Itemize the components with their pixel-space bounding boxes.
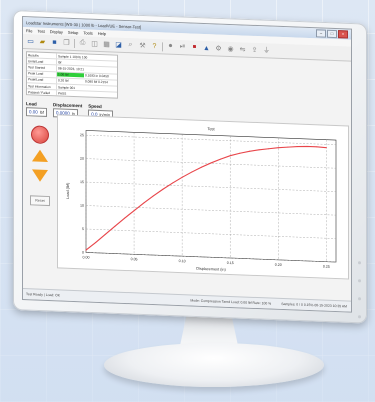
run-icon[interactable]: ▲ [202,43,211,52]
row-extra: 0.090 lbf 0.2154 [85,79,108,85]
x-axis-label: Displacement (in) [196,267,226,272]
menu-tools[interactable]: Tools [83,30,92,35]
grid-line-y [86,228,336,239]
grid-line-y [86,205,336,216]
row-key: Passed / Failed [27,89,57,96]
row-extra: 0.1093 in 0.0450 [85,73,109,79]
status-left: Test Ready | Load: OK [26,292,61,298]
row-value: PASS [58,91,67,96]
status-samples: Samples: 0 / 0 0.15% 08-15-2023 10:35 AM [281,301,347,309]
minimize-button[interactable]: – [316,29,326,38]
x-tick-label: 0.25 [323,265,330,269]
load-value: 0.00 [29,109,38,115]
test-controls: Reset [29,125,51,207]
menu-test[interactable]: Test [37,29,44,34]
jog-down-button[interactable] [32,169,48,182]
speed-label: Speed [88,103,102,110]
y-axis-label: Load (lbf) [66,182,70,199]
reset-button[interactable]: Reset [30,195,50,207]
x-tick-label: 0.20 [275,263,282,267]
toolbar-divider [74,38,75,48]
grid-line-y [86,134,336,145]
load-value-box: 0.00 lbf [26,107,47,117]
menu-display[interactable]: Display [50,29,63,35]
sensor-icon[interactable]: ◉ [226,44,235,53]
toolbar-divider [162,41,163,51]
app-window: Loadstar Instruments [WS-30 | 1000 lb - … [22,16,352,313]
results-table: Results Sample 1 100 lb 100 Units/Load l… [26,51,118,100]
menu-setup[interactable]: Setup [68,30,78,35]
copy-icon[interactable]: ❐ [62,38,71,47]
y-tick-label: 25 [80,133,84,137]
row-value-highlight: 1.00 lbf [57,72,84,78]
preview-icon[interactable]: ◫ [90,39,99,48]
monitor-led [358,279,361,283]
y-tick-label: 15 [80,180,84,184]
x-tick-label: 0.00 [83,255,90,259]
print-icon[interactable]: ⎙ [78,39,87,48]
settings-icon[interactable]: ⚙ [214,44,223,53]
new-file-icon[interactable]: ▭ [26,37,35,46]
filter-icon[interactable]: ⏚ [262,46,271,55]
chart-svg: Test 0.00 0.05 0.10 0.15 0.20 0.25 0 5 10 15 20 25 Di… [66,126,337,272]
table-icon[interactable]: ▦ [102,40,111,49]
monitor-stand-base [104,343,324,387]
record-icon[interactable]: ⏺ [166,42,175,51]
monitor-led [358,261,361,265]
close-button[interactable]: × [338,30,348,39]
plot-frame [85,130,337,263]
y-tick-label: 5 [82,227,84,231]
open-folder-icon[interactable]: ▰ [38,37,47,46]
maximize-button[interactable]: □ [327,29,337,39]
export-icon[interactable]: ⇪ [250,45,259,54]
chart-title: Test [207,126,215,131]
y-tick-label: 10 [80,204,84,208]
save-icon[interactable]: ■ [50,38,59,47]
series-line [85,145,327,251]
status-mode: Mode: Compression Tared Load: 0.00 lbf R… [190,298,272,306]
row-value: 0.20 lbf [58,78,69,84]
menu-help[interactable]: Help [98,31,106,36]
monitor-led [358,315,361,319]
y-tick-label: 20 [80,157,84,161]
chart-icon[interactable]: ◪ [114,40,123,49]
x-tick-label: 0.05 [131,257,138,261]
help-icon[interactable]: ? [150,41,159,50]
menu-file[interactable]: File [26,28,32,33]
jog-up-button[interactable] [32,149,48,162]
zoom-icon[interactable]: ⌕ [126,40,135,49]
y-tick-label: 0 [82,251,84,255]
grid-line-y [86,181,336,192]
load-label: Load [26,101,37,107]
tools-icon[interactable]: ⚒ [138,41,147,50]
connect-icon[interactable]: ⇋ [238,45,247,54]
play-icon[interactable]: ⏯ [178,42,187,51]
stop-button[interactable] [31,125,49,145]
x-tick-label: 0.15 [227,261,234,265]
x-tick-label: 0.10 [179,259,186,263]
load-readout: Load 0.00 lbf [26,101,47,117]
monitor-led [358,297,361,301]
load-unit: lbf [39,109,44,115]
load-displacement-chart: Test 0.00 0.05 0.10 0.15 0.20 0.25 0 5 10 15 20 25 Di… [57,114,349,280]
stop-icon[interactable]: ⏹ [190,43,199,52]
